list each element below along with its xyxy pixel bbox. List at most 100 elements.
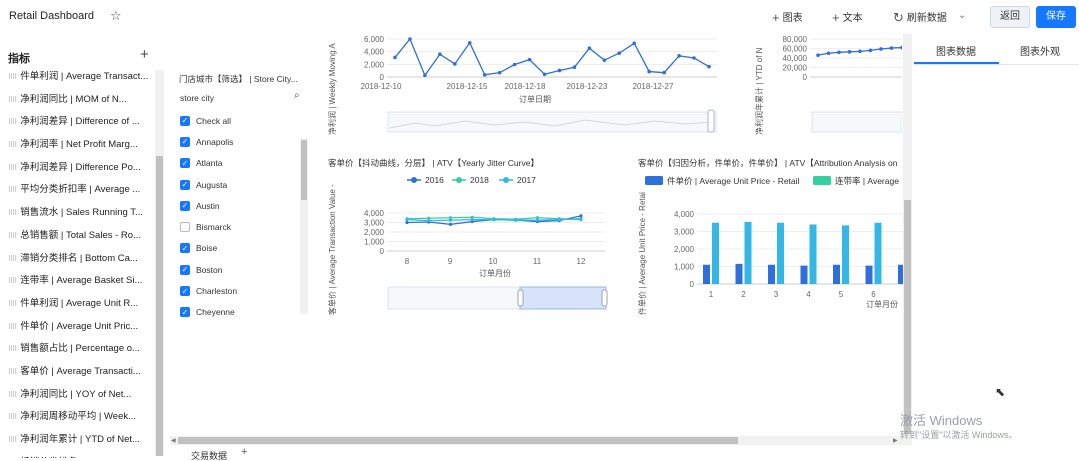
ytd-zoom-slider[interactable] <box>811 111 902 133</box>
metric-item[interactable]: ⠿⠿ 平均分类折扣率 | Average ... <box>0 179 155 202</box>
metric-item[interactable]: ⠿⠿ 客单价 | Average Transacti... <box>0 361 155 384</box>
weekly-data-point <box>692 56 696 60</box>
drag-handle-icon[interactable]: ⠿⠿ <box>8 187 17 194</box>
drag-handle-icon[interactable]: ⠿⠿ <box>8 142 17 149</box>
filter-option[interactable]: ✓ Boise <box>180 238 237 259</box>
chevron-down-icon[interactable]: ⌄ <box>958 10 970 24</box>
checkbox-unchecked[interactable] <box>180 222 190 233</box>
metric-item[interactable]: ⠿⠿ 件单利润 | Average Unit R... <box>0 293 155 316</box>
attribution-x-tick-label: 1 <box>709 290 714 299</box>
metric-item-label: 销售流水 | Sales Running T... <box>20 207 143 219</box>
checkbox-checked[interactable]: ✓ <box>180 136 190 147</box>
drag-handle-icon[interactable]: ⠿⠿ <box>8 437 17 444</box>
favorite-star-icon[interactable]: ☆ <box>110 8 122 24</box>
metric-item-label: 件单利润 | Average Transact... <box>20 71 149 82</box>
add-chart-button[interactable]: + 图表 <box>772 9 803 25</box>
checkbox-checked[interactable]: ✓ <box>180 115 190 126</box>
metric-item[interactable]: ⠿⠿ 净利润周移动平均 | Week... <box>0 406 155 429</box>
checkbox-checked[interactable]: ✓ <box>180 264 190 275</box>
checkbox-checked[interactable]: ✓ <box>180 179 190 190</box>
drag-handle-icon[interactable]: ⠿⠿ <box>8 324 17 331</box>
drag-handle-icon[interactable]: ⠿⠿ <box>8 278 17 285</box>
metric-item[interactable]: ⠿⠿畅销分类排名 | Top Categ... <box>0 452 155 458</box>
add-sheet-button[interactable]: + <box>241 446 247 458</box>
filter-option[interactable]: ✓ Atlanta <box>180 153 237 174</box>
metrics-scrollbar[interactable] <box>155 70 164 456</box>
atv-slider-right-handle[interactable] <box>601 289 608 307</box>
metric-item[interactable]: ⠿⠿ 件单价 | Average Unit Pric... <box>0 316 155 339</box>
weekly-slider-handle[interactable] <box>707 109 715 133</box>
attribution-y-tick-label: 4,000 <box>674 210 695 219</box>
filter-option[interactable]: ✓ Austin <box>180 195 237 216</box>
add-metric-icon[interactable]: + <box>140 46 149 63</box>
back-button[interactable]: 返回 <box>990 6 1030 28</box>
filter-option[interactable]: ✓ Cheyenne <box>180 302 237 323</box>
ytd-y-tick-label: 20,000 <box>783 64 808 73</box>
weekly-series-line <box>394 37 710 77</box>
atv-jitter-chart[interactable]: 客单价【抖动曲线，分层】 | ATV【Yearly Jitter Curve】 … <box>325 155 615 325</box>
filter-option[interactable]: ✓ Annapolis <box>180 131 237 152</box>
ytd-net-profit-chart[interactable]: 净利润年累计 | YTD of N 020,00040,00060,00080,… <box>752 30 902 140</box>
drag-handle-icon[interactable]: ⠿⠿ <box>8 414 17 421</box>
metric-item[interactable]: ⠿⠿ 销售额占比 | Percentage o... <box>0 338 155 361</box>
drag-handle-icon[interactable]: ⠿⠿ <box>8 392 17 399</box>
filter-option-label: Cheyenne <box>196 307 235 318</box>
metric-item[interactable]: ⠿⠿ 净利润同比 | MOM of N... <box>0 89 155 112</box>
checkbox-checked[interactable]: ✓ <box>180 158 190 169</box>
drag-handle-icon[interactable]: ⠿⠿ <box>8 346 17 353</box>
atv-legend-marker <box>503 177 509 183</box>
drag-handle-icon[interactable]: ⠿⠿ <box>8 256 17 263</box>
drag-handle-icon[interactable]: ⠿⠿ <box>8 369 17 376</box>
metric-item[interactable]: ⠿⠿ 件单利润 | Average Transact... <box>0 66 155 89</box>
metric-item[interactable]: ⠿⠿ 净利润同比 | YOY of Net... <box>0 384 155 407</box>
atv-slider-left-handle[interactable] <box>517 289 524 307</box>
checkbox-checked[interactable]: ✓ <box>180 286 190 297</box>
tab-chart-data[interactable]: 图表数据 <box>936 43 976 58</box>
filter-option[interactable]: ✓ Augusta <box>180 174 237 195</box>
metrics-scroll-thumb[interactable] <box>156 156 163 456</box>
filter-option[interactable]: ✓ Check all <box>180 110 237 131</box>
metric-item[interactable]: ⠿⠿ 滞销分类排名 | Bottom Ca... <box>0 248 155 271</box>
weekly-moving-average-chart[interactable]: 净利润 | Weekly Moving A 0 2,000 4,000 6,000 2… <box>325 30 720 140</box>
filter-option[interactable]: ✓ Boston <box>180 259 237 280</box>
filter-scrollbar[interactable] <box>300 138 308 314</box>
metric-item[interactable]: ⠿⠿ 连带率 | Average Basket Si... <box>0 270 155 293</box>
tab-transaction-data[interactable]: 交易数据 <box>191 449 227 461</box>
atv-legend-label: 2016 <box>425 175 444 185</box>
tab-chart-appearance[interactable]: 图表外观 <box>1020 43 1060 58</box>
atv-data-point <box>535 218 540 222</box>
drag-handle-icon[interactable]: ⠿⠿ <box>8 301 17 308</box>
checkbox-checked[interactable]: ✓ <box>180 200 190 211</box>
filter-scroll-thumb[interactable] <box>301 140 307 200</box>
canvas-vscroll-thumb[interactable] <box>904 200 911 434</box>
drag-handle-icon[interactable]: ⠿⠿ <box>8 97 17 104</box>
metric-item[interactable]: ⠿⠿ 净利润差异 | Difference Po... <box>0 157 155 180</box>
scroll-right-arrow-icon[interactable]: ▶ <box>893 437 898 444</box>
drag-handle-icon[interactable]: ⠿⠿ <box>8 119 17 126</box>
checkbox-checked[interactable]: ✓ <box>180 243 190 254</box>
drag-handle-icon[interactable]: ⠿⠿ <box>8 165 17 172</box>
canvas-hscroll-thumb[interactable] <box>178 437 738 444</box>
canvas-horizontal-scrollbar[interactable] <box>170 436 912 445</box>
metric-item[interactable]: ⠿⠿ 净利润率 | Net Profit Marg... <box>0 134 155 157</box>
filter-option[interactable]: Bismarck <box>180 216 237 237</box>
metric-item[interactable]: ⠿⠿ 总销售额 | Total Sales - Ro... <box>0 225 155 248</box>
drag-handle-icon[interactable]: ⠿⠿ <box>8 210 17 217</box>
metric-item[interactable]: ⠿⠿ 销售流水 | Sales Running T... <box>0 202 155 225</box>
filter-option[interactable]: ✓ Charleston <box>180 280 237 301</box>
attribution-y-tick-label: 1,000 <box>674 263 695 272</box>
scroll-left-arrow-icon[interactable]: ◀ <box>171 437 176 444</box>
atv-attribution-chart[interactable]: 客单价【归因分析，件单价，件单价】 | ATV【Attribution Anal… <box>635 155 903 325</box>
search-icon[interactable]: ⌕ <box>294 90 300 101</box>
atv-slider-window[interactable] <box>519 286 607 310</box>
metric-item[interactable]: ⠿⠿ 净利润年累计 | YTD of Net... <box>0 429 155 452</box>
drag-handle-icon[interactable]: ⠿⠿ <box>8 74 17 81</box>
metric-item[interactable]: ⠿⠿ 净利润差异 | Difference of ... <box>0 111 155 134</box>
canvas-vertical-scrollbar[interactable] <box>903 34 912 438</box>
checkbox-checked[interactable]: ✓ <box>180 307 190 318</box>
drag-handle-icon[interactable]: ⠿⠿ <box>8 233 17 240</box>
save-button[interactable]: 保存 <box>1036 6 1076 28</box>
refresh-data-button[interactable]: ↻ 刷新数据 <box>893 9 947 26</box>
add-text-button[interactable]: + 文本 <box>832 9 863 25</box>
attribution-bar <box>800 265 808 284</box>
